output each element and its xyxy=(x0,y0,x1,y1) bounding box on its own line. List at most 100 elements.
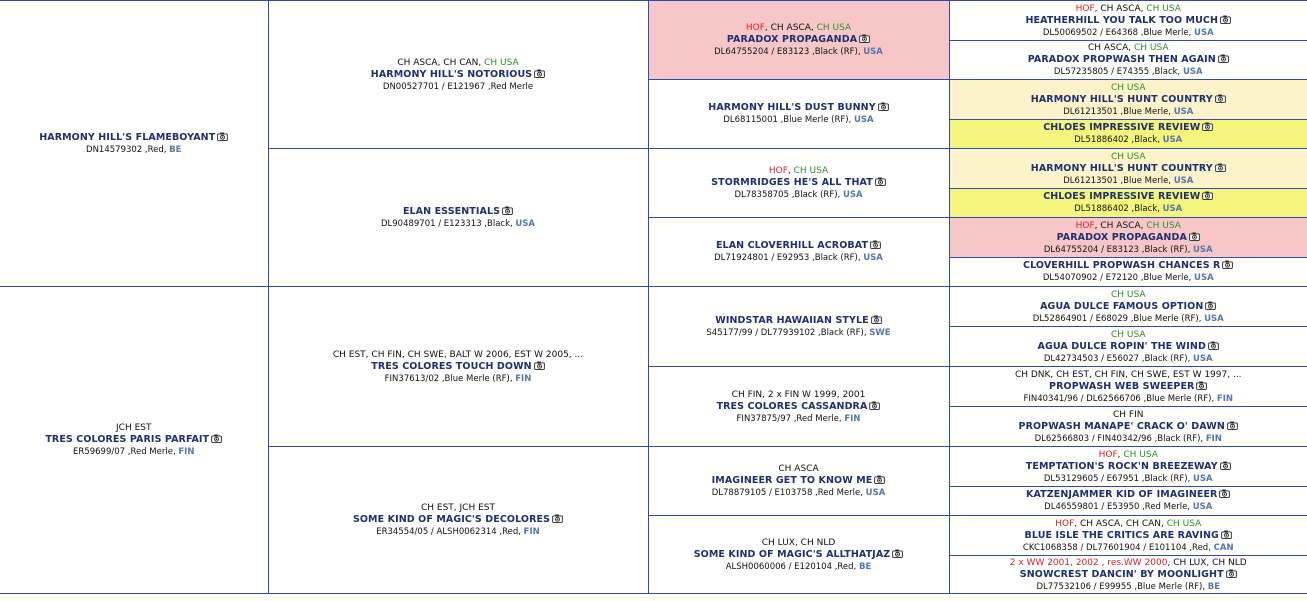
dog-details: S45177/99 / DL77939102 ,Black (RF), SWE xyxy=(651,327,947,339)
dog-name-link[interactable]: AGUA DULCE FAMOUS OPTION xyxy=(1040,301,1203,312)
title-text: CH FIN, 2 x FIN W 1999, 2001 xyxy=(731,389,866,400)
dog-details: FIN37875/97 ,Red Merle, FIN xyxy=(651,413,947,425)
dog-name-link[interactable]: SOME KIND OF MAGIC'S ALLTHATJAZ xyxy=(694,549,891,560)
title-text: CH USA xyxy=(1146,3,1181,14)
title-text: , CH ASCA, xyxy=(1094,220,1147,231)
camera-icon[interactable] xyxy=(1205,301,1217,310)
dog-name-line: PARADOX PROPAGANDA xyxy=(952,232,1306,244)
camera-icon[interactable] xyxy=(1189,232,1200,241)
camera-icon[interactable] xyxy=(1225,569,1237,578)
camera-icon[interactable] xyxy=(1196,381,1208,390)
title-line: 2 x WW 2001, 2002 , res.WW 2000, CH LUX,… xyxy=(952,557,1306,569)
camera-icon[interactable] xyxy=(217,132,229,141)
dog-name-link[interactable]: PROPWASH WEB SWEEPER xyxy=(1049,381,1194,392)
dog-name-link[interactable]: HEATHERHILL YOU TALK TOO MUCH xyxy=(1025,15,1218,26)
camera-icon[interactable] xyxy=(859,34,870,43)
dog-name-link[interactable]: TRES COLORES TOUCH DOWN xyxy=(371,361,531,372)
dog-name-link[interactable]: HARMONY HILL'S HUNT COUNTRY xyxy=(1031,163,1213,174)
camera-icon[interactable] xyxy=(877,102,889,111)
registration-text: DN00527701 / E121967 ,Red Merle xyxy=(382,81,534,92)
dog-name-line: HARMONY HILL'S HUNT COUNTRY xyxy=(952,94,1306,106)
camera-icon[interactable] xyxy=(211,434,222,443)
country-code: FIN xyxy=(1216,393,1233,404)
title-text: CH USA xyxy=(1110,289,1146,300)
camera-icon[interactable] xyxy=(874,475,886,484)
camera-icon[interactable] xyxy=(870,240,881,249)
camera-icon[interactable] xyxy=(534,69,546,78)
dog-name-link[interactable]: SNOWCREST DANCIN' BY MOONLIGHT xyxy=(1020,569,1224,580)
camera-icon[interactable] xyxy=(1208,341,1219,350)
camera-icon[interactable] xyxy=(533,361,545,370)
dog-name-link[interactable]: PARADOX PROPAGANDA xyxy=(1057,232,1187,243)
dog-name-link[interactable]: CLOVERHILL PROPWASH CHANCES R xyxy=(1023,260,1220,271)
camera-icon[interactable] xyxy=(1220,15,1231,24)
camera-icon[interactable] xyxy=(1217,54,1229,63)
camera-icon[interactable] xyxy=(870,315,882,324)
dog-name-link[interactable]: ELAN CLOVERHILL ACROBAT xyxy=(716,240,868,251)
registration-text: DL51886402 ,Black, xyxy=(1074,135,1163,145)
registration-text: DL64755204 / E83123 ,Black (RF), xyxy=(1043,244,1194,255)
registration-text: DL54070902 / E72120 ,Blue Merle, xyxy=(1042,273,1195,283)
title-text: CH USA xyxy=(1146,220,1181,231)
title-line: CH USA xyxy=(952,151,1306,163)
camera-icon[interactable] xyxy=(1214,94,1226,103)
dog-name-link[interactable]: IMAGINEER GET TO KNOW ME xyxy=(712,475,873,486)
title-line: CH USA xyxy=(952,82,1306,94)
dog-name-link[interactable]: TRES COLORES CASSANDRA xyxy=(717,401,868,412)
camera-icon[interactable] xyxy=(1221,530,1232,539)
country-code: USA xyxy=(1193,353,1213,364)
dog-name-link[interactable]: HARMONY HILL'S HUNT COUNTRY xyxy=(1031,94,1213,105)
title-line: CH USA xyxy=(952,289,1306,301)
title-text: CH USA xyxy=(484,57,519,68)
dog-name-link[interactable]: HARMONY HILL'S FLAMEBOYANT xyxy=(39,132,215,143)
dog-name-link[interactable]: SOME KIND OF MAGIC'S DECOLORES xyxy=(353,514,550,525)
dog-name-line: HARMONY HILL'S HUNT COUNTRY xyxy=(952,163,1306,175)
pedigree-cell: KATZENJAMMER KID OF IMAGINEER DL46559801 … xyxy=(948,486,1307,516)
title-text: CH LUX, CH NLD xyxy=(761,537,836,548)
dog-name-line: CHLOES IMPRESSIVE REVIEW xyxy=(952,191,1306,203)
dog-name-link[interactable]: AGUA DULCE ROPIN' THE WIND xyxy=(1038,341,1206,352)
camera-icon[interactable] xyxy=(1202,122,1214,131)
dog-name-link[interactable]: HARMONY HILL'S NOTORIOUS xyxy=(371,69,532,80)
dog-name-link[interactable]: PARADOX PROPAGANDA xyxy=(727,34,857,45)
dog-name-link[interactable]: KATZENJAMMER KID OF IMAGINEER xyxy=(1026,489,1217,500)
camera-icon[interactable] xyxy=(1219,489,1231,498)
camera-icon[interactable] xyxy=(502,206,513,215)
camera-icon[interactable] xyxy=(1219,461,1231,470)
camera-icon[interactable] xyxy=(892,549,904,558)
dog-name-link[interactable]: PARADOX PROPWASH THEN AGAIN xyxy=(1028,54,1216,65)
pedigree-cell: CH FIN PROPWASH MANAPE' CRACK O' DAWN DL62… xyxy=(948,406,1307,447)
camera-icon[interactable] xyxy=(1202,191,1214,200)
dog-name-link[interactable]: TRES COLORES PARIS PARFAIT xyxy=(45,434,209,445)
camera-icon[interactable] xyxy=(875,177,886,186)
dog-details: DL51886402 ,Black, USA xyxy=(952,203,1306,215)
dog-name-link[interactable]: ELAN ESSENTIALS xyxy=(403,206,500,217)
dog-name-line: SOME KIND OF MAGIC'S ALLTHATJAZ xyxy=(651,549,947,561)
camera-icon[interactable] xyxy=(1222,260,1234,269)
dog-name-line: IMAGINEER GET TO KNOW ME xyxy=(651,475,947,487)
pedigree-cell: CH ASCA, CH USA PARADOX PROPWASH THEN AGA… xyxy=(948,40,1307,80)
country-code: FIN xyxy=(523,527,540,537)
dog-name-link[interactable]: STORMRIDGES HE'S ALL THAT xyxy=(711,177,873,188)
dog-details: DL46559801 / E53950 ,Red Merle, USA xyxy=(952,501,1306,513)
title-text: CH ASCA xyxy=(778,464,819,474)
dog-name-link[interactable]: HARMONY HILL'S DUST BUNNY xyxy=(708,102,875,113)
pedigree-table: HARMONY HILL'S FLAMEBOYANT DN14579302 ,Re… xyxy=(0,0,1307,594)
camera-icon[interactable] xyxy=(1214,163,1226,172)
dog-name-link[interactable]: CHLOES IMPRESSIVE REVIEW xyxy=(1043,191,1200,202)
dog-name-link[interactable]: CHLOES IMPRESSIVE REVIEW xyxy=(1043,122,1200,133)
title-text: HOF xyxy=(1055,518,1075,529)
dog-name-link[interactable]: WINDSTAR HAWAIIAN STYLE xyxy=(715,315,868,326)
dog-details: DL42734503 / E56027 ,Black (RF), USA xyxy=(952,353,1306,365)
camera-icon[interactable] xyxy=(869,401,881,410)
dog-name-link[interactable]: TEMPTATION'S ROCK'N BREEZEWAY xyxy=(1026,461,1218,472)
camera-icon[interactable] xyxy=(552,514,563,523)
title-text: , CH ASCA, xyxy=(1094,3,1147,14)
dog-name-line: AGUA DULCE FAMOUS OPTION xyxy=(952,301,1306,313)
dog-name-link[interactable]: PROPWASH MANAPE' CRACK O' DAWN xyxy=(1019,421,1225,432)
camera-icon[interactable] xyxy=(1227,421,1238,430)
title-text: 2 x WW 2001, 2002 , res.WW 2000 xyxy=(1009,557,1168,568)
registration-text: FIN37613/02 ,Blue Merle (RF), xyxy=(384,373,516,384)
country-code: FIN xyxy=(844,413,861,424)
dog-name-link[interactable]: BLUE ISLE THE CRITICS ARE RAVING xyxy=(1025,530,1219,541)
